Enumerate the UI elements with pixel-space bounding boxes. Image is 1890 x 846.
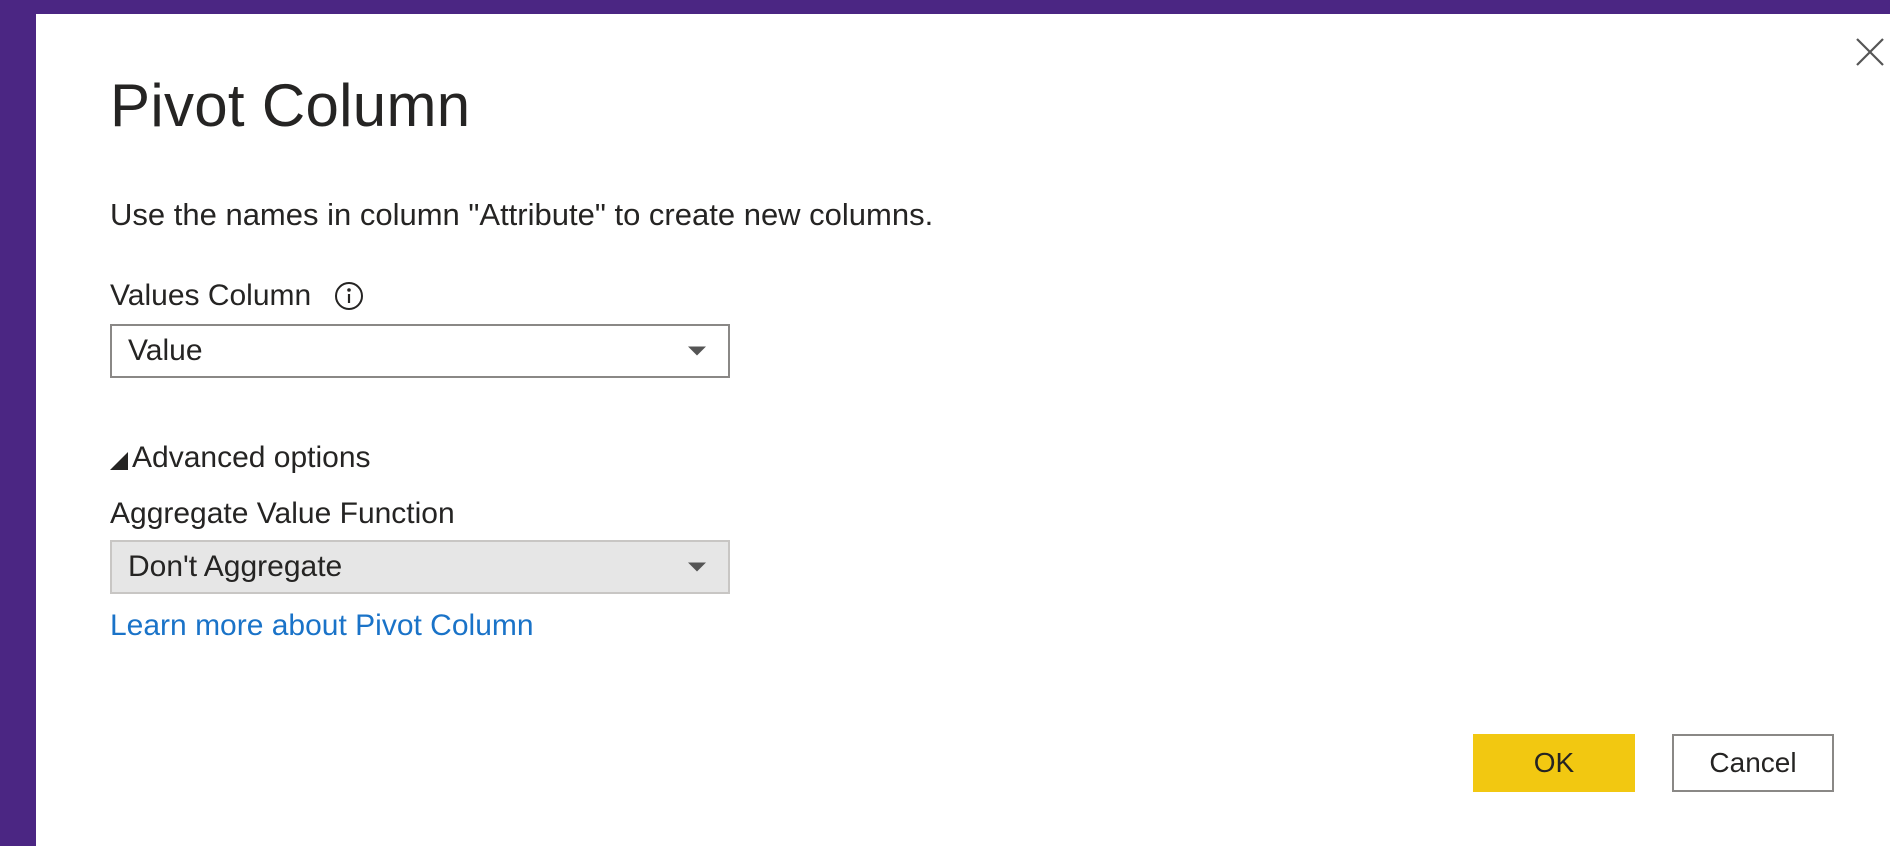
chevron-down-icon (688, 346, 706, 356)
pivot-column-dialog: Pivot Column Use the names in column "At… (36, 14, 1890, 846)
info-icon[interactable] (333, 280, 365, 312)
aggregate-function-label: Aggregate Value Function (110, 497, 455, 530)
ok-button[interactable]: OK (1473, 734, 1635, 792)
aggregate-function-dropdown[interactable]: Don't Aggregate (110, 540, 730, 594)
close-icon (1853, 35, 1887, 69)
learn-more-link[interactable]: Learn more about Pivot Column (110, 608, 534, 644)
chevron-down-icon (688, 562, 706, 572)
advanced-options-toggle[interactable]: Advanced options (110, 440, 371, 476)
values-column-dropdown[interactable]: Value (110, 324, 730, 378)
dialog-title: Pivot Column (110, 72, 471, 139)
close-button[interactable] (1852, 34, 1888, 70)
expanded-triangle-icon (110, 452, 128, 470)
values-column-selected: Value (128, 334, 203, 367)
values-column-label-row: Values Column (110, 278, 365, 314)
values-column-label: Values Column (110, 279, 312, 312)
advanced-options-label: Advanced options (132, 441, 371, 474)
dialog-description: Use the names in column "Attribute" to c… (110, 197, 934, 232)
aggregate-function-selected: Don't Aggregate (128, 550, 343, 583)
cancel-button[interactable]: Cancel (1672, 734, 1834, 792)
